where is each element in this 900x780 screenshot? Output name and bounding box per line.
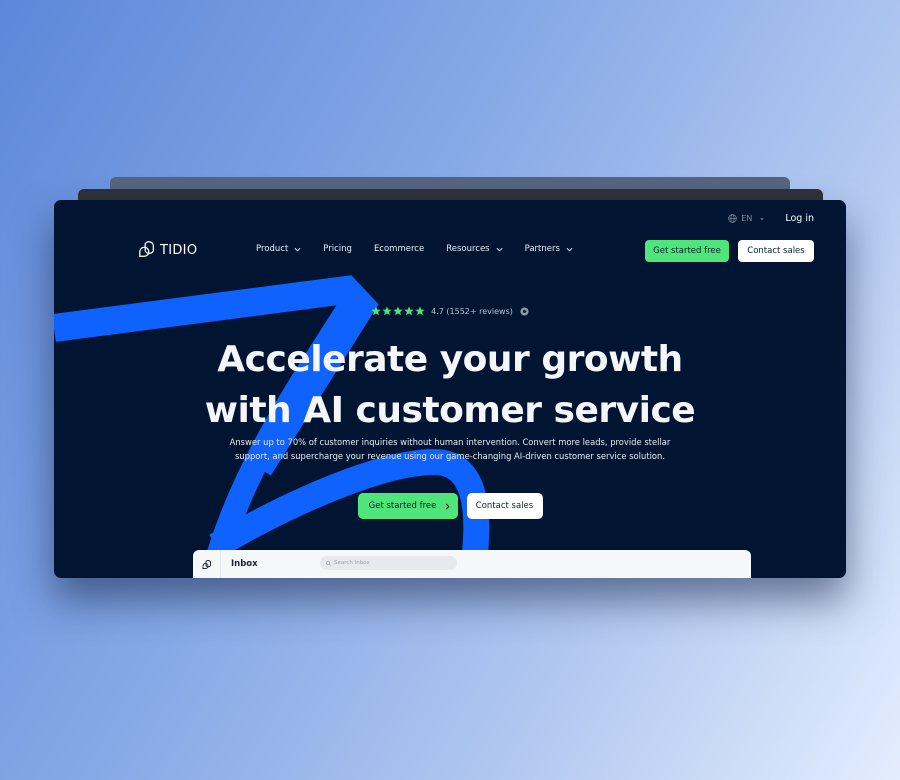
inbox-search-input[interactable]: Search Inbox <box>320 556 457 570</box>
nav-item-resources[interactable]: Resources <box>446 244 503 254</box>
chevron-down-icon <box>294 247 301 252</box>
tidio-logo-icon <box>139 241 155 257</box>
star-icon <box>371 306 381 316</box>
hero-get-started-button[interactable]: Get started free <box>357 493 458 519</box>
nav-item-partners[interactable]: Partners <box>525 244 573 254</box>
star-rating <box>371 306 425 316</box>
headline-line-2: with AI customer service <box>204 390 696 431</box>
star-icon <box>382 306 392 316</box>
browser-window: EN Log in TIDIO Product Pricing Ecommerc… <box>54 200 846 578</box>
globe-icon <box>728 214 738 223</box>
nav-menu: Product Pricing Ecommerce Resources Part… <box>256 244 595 254</box>
subtext-line-1: Answer up to 70% of customer inquiries w… <box>229 437 671 447</box>
language-label: EN <box>741 214 753 223</box>
tidio-logo[interactable]: TIDIO <box>138 240 197 260</box>
nav-item-label: Product <box>256 244 289 254</box>
inbox-title: Inbox <box>231 559 258 569</box>
hero-contact-sales-button[interactable]: Contact sales <box>466 493 543 519</box>
hero-subtext: Answer up to 70% of customer inquiries w… <box>54 435 846 463</box>
subtext-line-2: support, and supercharge your revenue us… <box>234 451 666 461</box>
caret-down-icon <box>760 217 765 220</box>
search-icon <box>326 560 331 566</box>
nav-item-product[interactable]: Product <box>256 244 301 254</box>
nav-item-label: Pricing <box>323 244 352 254</box>
g-logo-icon[interactable] <box>520 306 529 316</box>
nav-item-label: Resources <box>446 244 490 254</box>
nav-actions: Get started free Contact sales <box>645 240 814 262</box>
star-icon <box>415 306 425 316</box>
main-nav: TIDIO Product Pricing Ecommerce Resource… <box>54 240 846 262</box>
login-link[interactable]: Log in <box>785 213 814 224</box>
headline-line-1: Accelerate your growth <box>217 339 683 380</box>
brand-name: TIDIO <box>160 242 198 258</box>
chevron-down-icon <box>496 247 503 252</box>
chevron-down-icon <box>566 247 573 252</box>
top-utility-bar: EN Log in <box>728 213 814 224</box>
rating-text: 4.7 (1552+ reviews) <box>431 306 513 316</box>
get-started-label: Get started free <box>368 501 437 511</box>
language-selector[interactable]: EN <box>728 214 765 223</box>
nav-item-pricing[interactable]: Pricing <box>323 244 352 254</box>
hero-cta-group: Get started free Contact sales <box>54 493 846 519</box>
nav-item-ecommerce[interactable]: Ecommerce <box>374 244 424 254</box>
nav-item-label: Ecommerce <box>373 244 425 254</box>
nav-item-label: Partners <box>524 244 560 254</box>
inbox-sidebar-rail <box>193 550 221 578</box>
star-icon <box>393 306 403 316</box>
hero-headline: Accelerate your growth with AI customer … <box>54 334 846 436</box>
nav-get-started-button[interactable]: Get started free <box>645 240 729 262</box>
inbox-preview: Inbox Search Inbox <box>193 550 751 578</box>
rating-bar: 4.7 (1552+ reviews) <box>54 306 846 316</box>
search-placeholder: Search Inbox <box>334 560 370 566</box>
star-icon <box>404 306 414 316</box>
nav-contact-sales-button[interactable]: Contact sales <box>738 240 814 262</box>
tidio-logo-icon[interactable] <box>202 560 212 570</box>
chevron-right-icon <box>446 503 450 509</box>
